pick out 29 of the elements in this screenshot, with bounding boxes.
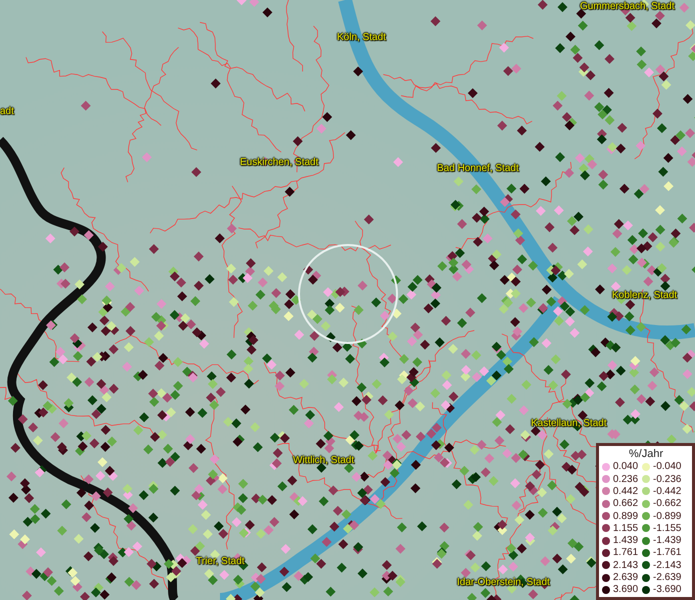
legend-value: -0.662 (653, 498, 682, 510)
legend-title: %/Jahr (628, 448, 664, 461)
place-label: adt (0, 106, 14, 117)
legend-value: -2.143 (653, 560, 682, 571)
legend-value: -0.899 (653, 510, 682, 522)
legend-value: -0.040 (653, 461, 682, 472)
legend-value: 0.236 (613, 474, 638, 485)
legend-value: -1.761 (653, 547, 682, 558)
legend-value: -0.442 (653, 486, 682, 497)
place-label: Gummersbach, Stadt (580, 1, 674, 12)
place-label: Bad Honnef, Stadt (437, 163, 519, 174)
legend-value: 1.155 (613, 522, 638, 534)
legend-value: 0.040 (613, 461, 638, 472)
place-label: Köln, Stadt (337, 32, 386, 43)
legend-value: -1.439 (653, 535, 682, 546)
legend-value: 2.639 (613, 572, 638, 584)
legend-value: 1.761 (613, 547, 638, 558)
legend-value: 1.439 (613, 535, 638, 546)
legend-value: 0.662 (613, 498, 638, 510)
legend-value: 2.143 (613, 560, 638, 571)
place-label: Trier, Stadt (196, 556, 245, 567)
legend-value: -3.690 (653, 584, 682, 596)
legend-value: 0.442 (613, 486, 638, 497)
legend-value: -0.236 (653, 474, 682, 485)
legend-value: -1.155 (653, 522, 682, 534)
legend-value: -2.639 (653, 572, 682, 584)
legend-value: 3.690 (613, 584, 638, 596)
place-label: Euskirchen, Stadt (240, 157, 318, 168)
legend-value: 0.899 (613, 510, 638, 522)
